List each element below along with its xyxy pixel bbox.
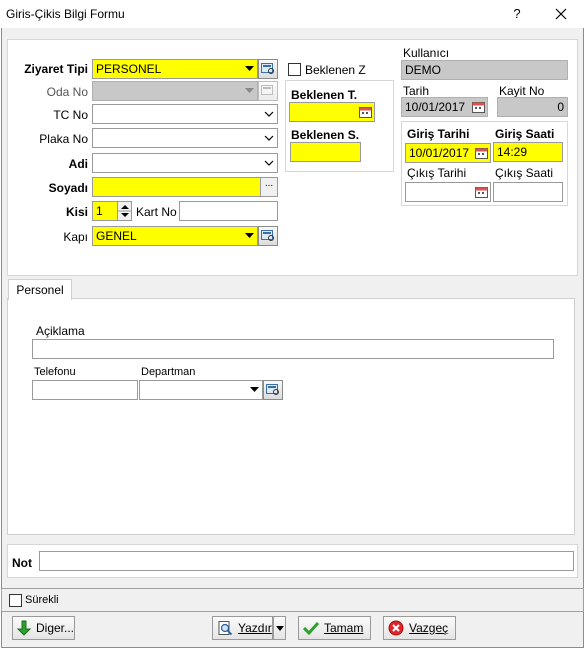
cancel-icon (387, 619, 405, 637)
tamam-label: Tamam (324, 621, 364, 635)
kapi-select[interactable]: GENEL (92, 226, 258, 246)
ziyaret-tipi-select[interactable]: PERSONEL (92, 59, 258, 79)
kisi-label: Kisi (65, 205, 88, 219)
giris-saati-label: Giriş Saati (495, 127, 555, 141)
kullanici-field: DEMO (401, 60, 568, 80)
adi-select[interactable] (92, 153, 278, 173)
oda-no-label: Oda No (46, 85, 88, 99)
lookup-icon (261, 85, 273, 95)
soyadi-input[interactable]: ... (92, 177, 278, 197)
kullanici-label: Kullanıcı (403, 46, 450, 60)
beklenen-t-label: Beklenen T. (291, 88, 358, 102)
tarih-label: Tarih (403, 84, 430, 98)
chevron-down-icon (275, 625, 284, 631)
kapi-lookup-button[interactable] (258, 226, 278, 246)
tc-no-select[interactable] (92, 104, 278, 124)
personel-tab-page (7, 298, 575, 535)
window-title: Giris-Çikis Bilgi Formu (6, 7, 125, 21)
cikis-saati-input[interactable] (493, 182, 563, 202)
print-preview-icon (216, 619, 234, 637)
telefonu-label: Telefonu (34, 366, 76, 378)
yazdir-button[interactable]: Yazdır (212, 616, 273, 640)
calendar-icon[interactable] (357, 104, 373, 120)
checkbox-box[interactable] (288, 63, 301, 76)
aciklama-input[interactable] (32, 339, 554, 359)
surekli-label: Sürekli (25, 594, 59, 606)
tarih-field: 10/01/2017 (401, 97, 488, 117)
beklenen-z-label: Beklenen Z (305, 63, 366, 77)
beklenen-t-input[interactable] (289, 102, 375, 122)
calendar-icon[interactable] (473, 184, 489, 200)
kullanici-value: DEMO (405, 63, 441, 77)
chevron-down-icon[interactable] (246, 381, 262, 399)
beklenen-z-checkbox[interactable] (288, 63, 301, 76)
chevron-down-icon[interactable] (261, 129, 277, 147)
kisi-stepper[interactable]: 1 (92, 201, 132, 221)
yazdir-dropdown-button[interactable] (273, 616, 286, 640)
tab-personel[interactable]: Personel (8, 279, 72, 300)
ziyaret-tipi-value: PERSONEL (96, 62, 162, 76)
spin-arrows-icon (118, 205, 132, 217)
chevron-down-icon[interactable] (241, 60, 257, 78)
chevron-down-icon[interactable] (241, 227, 257, 245)
close-button[interactable] (548, 3, 574, 25)
kapi-value: GENEL (96, 229, 137, 243)
giris-saati-value: 14:29 (497, 145, 528, 159)
beklenen-s-label: Beklenen S. (291, 128, 360, 142)
kayit-no-label: Kayit No (499, 84, 545, 98)
surekli-bar (1, 588, 584, 612)
ellipsis-button[interactable]: ... (260, 178, 277, 196)
giris-tarihi-label: Giriş Tarihi (407, 127, 470, 141)
aciklama-label: Açiklama (36, 324, 85, 338)
chevron-down-icon (241, 82, 257, 100)
cikis-tarihi-input[interactable] (405, 182, 491, 202)
calendar-icon[interactable] (473, 145, 489, 161)
departman-select[interactable] (139, 380, 263, 400)
oda-no-select (92, 81, 258, 101)
tc-no-label: TC No (53, 108, 88, 122)
kayit-no-field: 0 (497, 97, 568, 117)
ziyaret-tipi-lookup-button[interactable] (258, 59, 278, 79)
diger-button[interactable]: Diger... (12, 616, 75, 640)
vazgec-button[interactable]: Vazgeç (383, 616, 456, 640)
tamam-button[interactable]: Tamam (298, 616, 371, 640)
beklenen-s-input[interactable] (290, 142, 361, 162)
chevron-down-icon[interactable] (261, 154, 277, 172)
lookup-icon (261, 63, 274, 74)
calendar-icon (470, 99, 486, 115)
cikis-tarihi-label: Çıkış Tarihi (407, 166, 467, 180)
adi-label: Adi (68, 157, 88, 171)
ziyaret-tipi-label: Ziyaret Tipi (24, 62, 88, 76)
vazgec-label: Vazgeç (409, 621, 449, 635)
surekli-checkbox[interactable] (9, 594, 22, 607)
giris-tarihi-input[interactable]: 10/01/2017 (405, 143, 491, 163)
kapi-label: Kapı (63, 230, 88, 244)
yazdir-label: Yazdır (238, 621, 272, 635)
kayit-no-value: 0 (557, 100, 564, 114)
oda-no-lookup-button (258, 81, 278, 101)
diger-label: Diger... (35, 621, 74, 635)
chevron-down-icon[interactable] (261, 105, 277, 123)
title-bar: Giris-Çikis Bilgi Formu ? (0, 0, 585, 28)
lookup-icon (266, 384, 279, 395)
arrow-down-icon (16, 619, 32, 637)
checkmark-icon (302, 619, 320, 637)
help-button[interactable]: ? (505, 3, 529, 25)
plaka-no-label: Plaka No (39, 132, 88, 146)
cikis-saati-label: Çıkış Saati (495, 166, 554, 180)
soyadi-label: Soyadı (48, 181, 88, 195)
departman-lookup-button[interactable] (263, 380, 283, 400)
kart-no-label: Kart No (136, 205, 177, 219)
plaka-no-select[interactable] (92, 128, 278, 148)
giris-saati-input[interactable]: 14:29 (493, 142, 563, 162)
close-icon (555, 8, 567, 20)
kart-no-input[interactable] (179, 201, 278, 221)
not-input[interactable] (39, 551, 574, 571)
spin-buttons[interactable] (117, 202, 132, 220)
telefonu-input[interactable] (32, 380, 138, 400)
departman-label: Departman (141, 366, 196, 378)
checkbox-box[interactable] (9, 594, 22, 607)
not-label: Not (12, 556, 32, 570)
lookup-icon (261, 230, 274, 241)
